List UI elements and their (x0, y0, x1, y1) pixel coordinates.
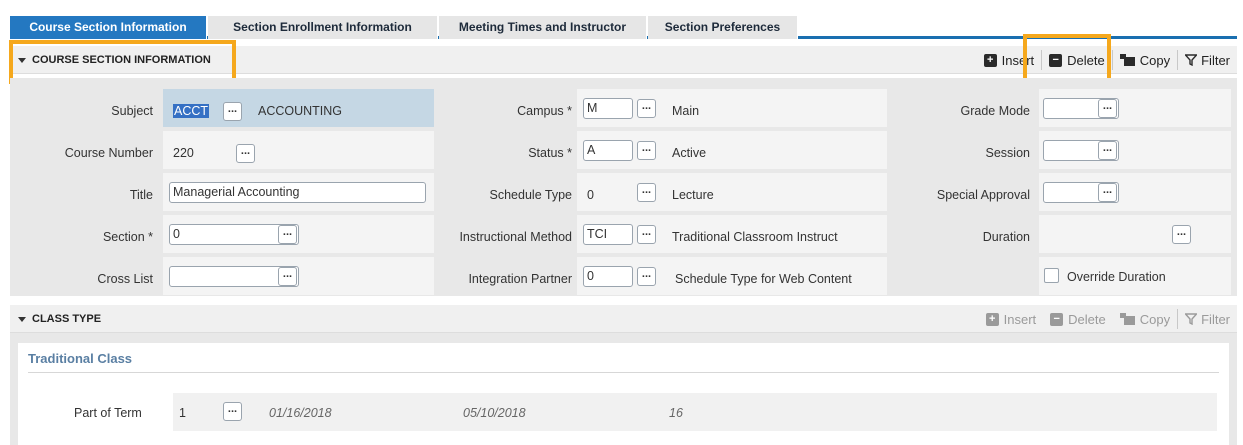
insert-label: Insert (1003, 311, 1037, 327)
part-of-term-value: 1 (179, 406, 186, 420)
filter-button[interactable]: Filter (1178, 305, 1237, 333)
part-of-term-row: 1 ... 01/16/2018 05/10/2018 16 (173, 393, 1217, 431)
duration-lookup-button[interactable]: ... (1172, 225, 1191, 244)
subject-value[interactable]: ACCT (173, 104, 210, 118)
subject-lookup-button[interactable]: ... (223, 102, 242, 121)
class-type-toolbar: + Insert − Delete Copy Filter (979, 305, 1237, 333)
part-of-term-label: Part of Term (74, 406, 142, 420)
title-label: Title (129, 188, 153, 202)
duration-label: Duration (982, 230, 1030, 244)
override-duration-label: Override Duration (1067, 270, 1166, 284)
subject-label: Subject (111, 104, 153, 118)
campus-input[interactable]: M (583, 98, 633, 119)
campus-lookup-button[interactable]: ... (637, 99, 656, 118)
section-lookup-button[interactable]: ... (278, 225, 297, 244)
course-number-cell (163, 131, 434, 169)
plus-icon: + (983, 53, 997, 67)
class-type-panel: Traditional Class Part of Term 1 ... 01/… (10, 333, 1237, 445)
copy-button[interactable]: Copy (1113, 46, 1177, 74)
status-input[interactable]: A (583, 140, 633, 161)
weeks-count: 16 (669, 406, 683, 420)
copy-label: Copy (1139, 52, 1171, 68)
schedule-type-cell (577, 173, 887, 211)
cross-list-label: Cross List (97, 272, 153, 286)
grade-mode-label: Grade Mode (960, 104, 1030, 118)
copy-icon (1119, 313, 1135, 325)
instructional-method-lookup-button[interactable]: ... (637, 225, 656, 244)
subject-description: ACCOUNTING (258, 104, 343, 118)
tab-section-preferences[interactable]: Section Preferences (648, 16, 798, 39)
schedule-type-lookup-button[interactable]: ... (637, 183, 656, 202)
filter-label: Filter (1201, 52, 1230, 68)
tab-meeting-times-and-instructor[interactable]: Meeting Times and Instructor (439, 16, 647, 39)
course-number-value: 220 (173, 146, 194, 160)
campus-label: Campus * (517, 104, 572, 118)
collapse-caret-icon[interactable] (18, 316, 26, 322)
delete-button[interactable]: − Delete (1043, 305, 1113, 333)
filter-icon (1185, 313, 1198, 325)
status-label: Status * (528, 146, 572, 160)
card-title: Traditional Class (28, 351, 133, 366)
override-duration-checkbox[interactable] (1044, 268, 1059, 283)
integration-partner-description: Schedule Type for Web Content (675, 272, 852, 286)
instructional-method-description: Traditional Classroom Instruct (672, 230, 838, 244)
title-input[interactable]: Managerial Accounting (169, 182, 426, 203)
instructional-method-label: Instructional Method (459, 230, 572, 244)
cross-list-lookup-button[interactable]: ... (278, 267, 297, 286)
class-type-title[interactable]: CLASS TYPE (18, 305, 101, 333)
copy-icon (1119, 54, 1135, 66)
plus-icon: + (985, 312, 999, 326)
class-type-card: Traditional Class Part of Term 1 ... 01/… (18, 343, 1229, 445)
section-label: Section * (102, 230, 153, 244)
special-approval-lookup-button[interactable]: ... (1098, 183, 1117, 202)
integration-partner-lookup-button[interactable]: ... (637, 267, 656, 286)
schedule-type-value: 0 (587, 188, 594, 202)
insert-button[interactable]: + Insert (979, 305, 1044, 333)
session-lookup-button[interactable]: ... (1098, 141, 1117, 160)
end-date: 05/10/2018 (463, 406, 526, 420)
duration-cell (1039, 215, 1231, 253)
filter-label: Filter (1201, 311, 1230, 327)
integration-partner-input[interactable]: 0 (583, 266, 633, 287)
status-description: Active (672, 146, 707, 160)
tab-course-section-information[interactable]: Course Section Information (10, 16, 207, 39)
tab-section-enrollment-information[interactable]: Section Enrollment Information (208, 16, 438, 39)
schedule-type-description: Lecture (672, 188, 714, 202)
copy-label: Copy (1139, 311, 1171, 327)
subject-code: ACCT (173, 104, 210, 118)
class-type-header: CLASS TYPE + Insert − Delete Copy Filter (10, 305, 1237, 333)
grade-mode-lookup-button[interactable]: ... (1098, 99, 1117, 118)
filter-icon (1185, 54, 1198, 66)
status-lookup-button[interactable]: ... (637, 141, 656, 160)
campus-description: Main (672, 104, 700, 118)
integration-partner-label: Integration Partner (468, 272, 572, 286)
course-number-lookup-button[interactable]: ... (236, 144, 255, 163)
course-section-form: Subject ACCT ... ACCOUNTING Course Numbe… (10, 78, 1237, 296)
minus-icon: − (1050, 312, 1064, 326)
copy-button[interactable]: Copy (1113, 305, 1177, 333)
start-date: 01/16/2018 (269, 406, 332, 420)
course-number-label: Course Number (64, 146, 153, 160)
divider (28, 372, 1219, 373)
instructional-method-input[interactable]: TCI (583, 224, 633, 245)
part-of-term-lookup-button[interactable]: ... (223, 402, 242, 421)
filter-button[interactable]: Filter (1178, 46, 1237, 74)
delete-label: Delete (1068, 311, 1106, 327)
class-type-title-text: CLASS TYPE (32, 313, 102, 325)
delete-button-highlight (1023, 34, 1111, 84)
schedule-type-label: Schedule Type (489, 188, 572, 202)
special-approval-label: Special Approval (936, 188, 1030, 202)
session-label: Session (985, 146, 1030, 160)
